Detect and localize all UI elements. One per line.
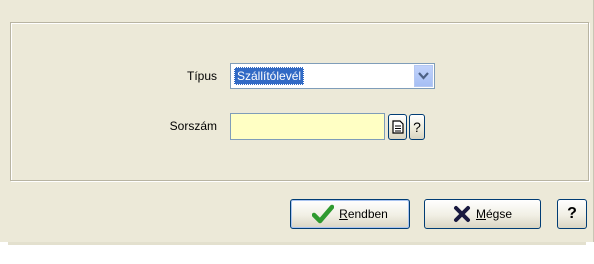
- dropdown-arrow-icon[interactable]: [414, 65, 433, 87]
- ok-button-label: Rendben: [339, 207, 388, 221]
- ok-button[interactable]: Rendben: [290, 199, 410, 229]
- document-icon: [391, 120, 404, 134]
- cancel-button[interactable]: Mégse: [424, 199, 541, 229]
- cancel-button-label: Mégse: [475, 207, 513, 221]
- serial-input[interactable]: [230, 113, 385, 140]
- checkmark-icon: [312, 204, 335, 224]
- dialog: Típus Szállítólevél Sorszám ? Rendben Mé…: [0, 0, 594, 242]
- serial-label: Sorszám: [169, 119, 217, 133]
- document-lookup-button[interactable]: [388, 114, 407, 140]
- form-groupbox: [10, 22, 589, 181]
- help-small-button[interactable]: ?: [409, 114, 425, 140]
- help-button[interactable]: ?: [557, 199, 587, 229]
- type-select[interactable]: Szállítólevél: [230, 63, 435, 89]
- type-select-value: Szállítólevél: [234, 67, 305, 85]
- cross-icon: [453, 206, 470, 222]
- type-label: Típus: [186, 69, 217, 83]
- status-strip: [8, 242, 586, 245]
